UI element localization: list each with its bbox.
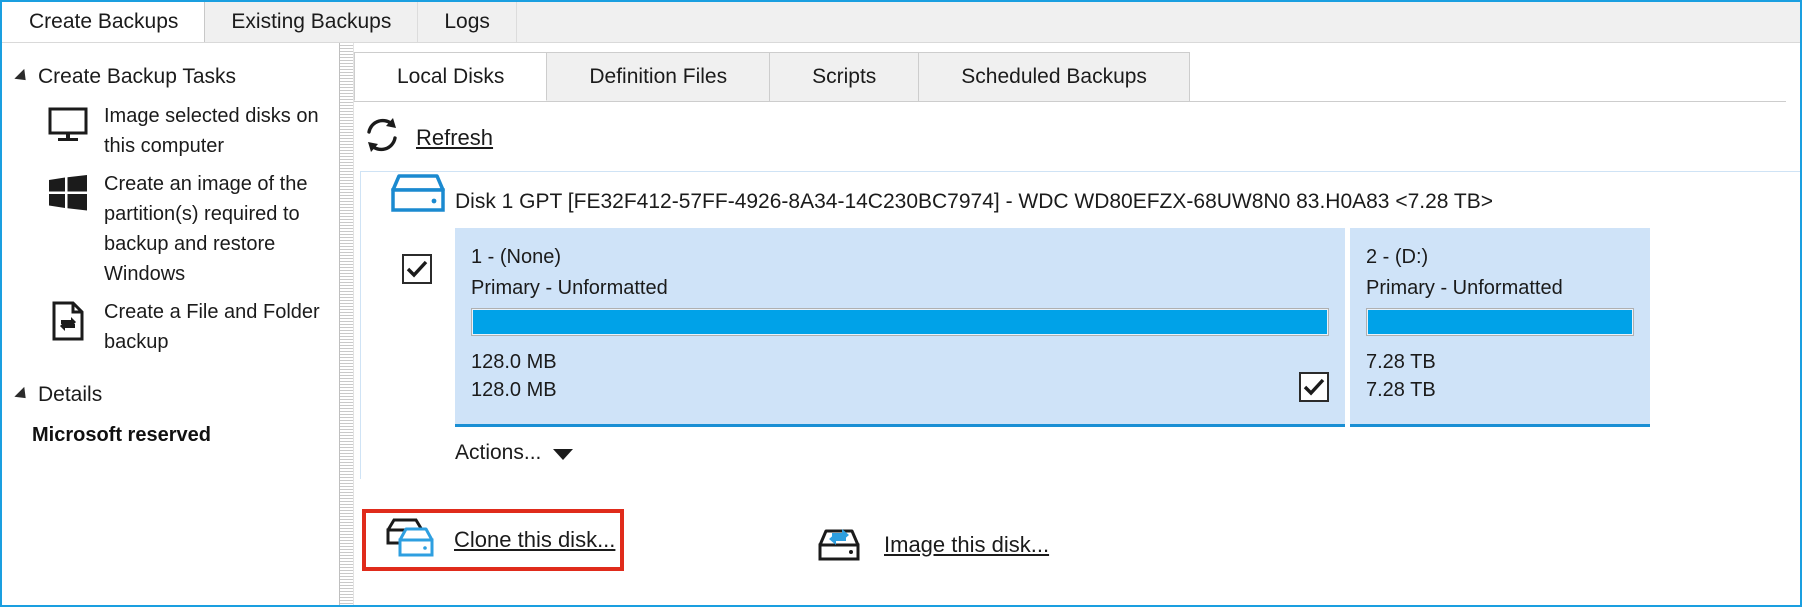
tab-logs-label: Logs	[444, 9, 490, 33]
disk-title: Disk 1 GPT [FE32F412-57FF-4926-8A34-14C2…	[455, 190, 1494, 213]
application-window: Create Backups Existing Backups Logs Cre…	[0, 0, 1802, 607]
check-icon	[406, 260, 428, 278]
partitions-strip: 1 - (None) Primary - Unformatted 128.0 M…	[455, 228, 1800, 427]
tab-scheduled-backups[interactable]: Scheduled Backups	[918, 52, 1190, 101]
partition-2-usage-fill	[1368, 310, 1632, 334]
clone-disk-icon	[382, 516, 436, 565]
image-this-disk-button[interactable]: Image this disk...	[810, 519, 1049, 570]
refresh-icon	[362, 115, 402, 160]
partition-2-usage-bar	[1366, 308, 1634, 336]
partition-1-checkbox[interactable]	[1299, 372, 1329, 402]
partition-1[interactable]: 1 - (None) Primary - Unformatted 128.0 M…	[455, 228, 1345, 427]
windows-logo-icon	[46, 171, 90, 215]
partition-2[interactable]: 2 - (D:) Primary - Unformatted 7.28 TB 7…	[1350, 228, 1650, 427]
expander-triangle-icon[interactable]	[14, 68, 31, 86]
disk-select-checkbox[interactable]	[402, 254, 432, 284]
disk-card: Disk 1 GPT [FE32F412-57FF-4926-8A34-14C2…	[360, 171, 1800, 479]
tab-definition-files-label: Definition Files	[589, 65, 728, 88]
tab-definition-files[interactable]: Definition Files	[546, 52, 771, 101]
tab-local-disks[interactable]: Local Disks	[354, 52, 548, 101]
sidebar-section-title: Create Backup Tasks	[38, 65, 237, 88]
partition-1-type: Primary - Unformatted	[471, 277, 668, 299]
partition-2-size-used: 7.28 TB	[1366, 351, 1436, 373]
actions-dropdown[interactable]: Actions...	[361, 427, 1800, 479]
image-disk-icon	[810, 519, 866, 570]
refresh-label: Refresh	[416, 124, 494, 150]
tab-scripts[interactable]: Scripts	[769, 52, 920, 101]
tab-existing-backups-label: Existing Backups	[231, 9, 392, 33]
refresh-button[interactable]: Refresh	[362, 115, 493, 160]
clone-this-disk-label: Clone this disk...	[454, 527, 616, 552]
sidebar-item-file-folder-backup-label: Create a File and Folder backup	[104, 301, 320, 353]
partition-1-sizes: 128.0 MB 128.0 MB	[471, 348, 1329, 404]
sidebar-item-create-windows-image-label: Create an image of the partition(s) requ…	[104, 173, 308, 285]
partition-1-size-total: 128.0 MB	[471, 379, 557, 401]
pane-scrollbar[interactable]	[340, 43, 354, 605]
sidebar-item-image-selected-disks-label: Image selected disks on this computer	[104, 105, 319, 157]
partition-1-usage-bar	[471, 308, 1329, 336]
tab-local-disks-label: Local Disks	[397, 64, 505, 88]
monitor-icon	[46, 103, 90, 147]
disk-icon	[387, 172, 449, 223]
partition-2-type: Primary - Unformatted	[1366, 277, 1563, 299]
check-icon	[1303, 378, 1325, 396]
checkbox-box[interactable]	[1299, 372, 1329, 402]
partition-2-sizes: 7.28 TB 7.28 TB	[1366, 348, 1634, 404]
sidebar-details-title: Details	[38, 383, 103, 406]
partition-2-index: 2 - (D:)	[1366, 246, 1429, 268]
sidebar-details-text: Microsoft reserved	[32, 424, 211, 446]
image-this-disk-label: Image this disk...	[884, 531, 1050, 557]
sidebar-item-image-selected-disks[interactable]: Image selected disks on this computer	[2, 97, 339, 165]
top-tab-strip: Create Backups Existing Backups Logs	[2, 2, 1800, 43]
partition-1-index: 1 - (None)	[471, 246, 562, 268]
file-sync-icon	[46, 299, 90, 343]
sidebar-details-body: Microsoft reserved	[2, 415, 339, 450]
main-tab-strip: Local Disks Definition Files Scripts Sch…	[354, 52, 1786, 102]
disk-row: 1 - (None) Primary - Unformatted 128.0 M…	[361, 174, 1800, 427]
sidebar-section-create-backup-tasks[interactable]: Create Backup Tasks	[2, 57, 339, 97]
sidebar-item-create-windows-image[interactable]: Create an image of the partition(s) requ…	[2, 165, 339, 293]
window-body: Create Backup Tasks Image selected disks…	[2, 43, 1800, 605]
bottom-action-bar: Clone this disk... Image this disk...	[360, 501, 1800, 605]
sidebar-section-details[interactable]: Details	[2, 375, 339, 415]
main-content-pane: Local Disks Definition Files Scripts Sch…	[340, 43, 1800, 605]
tab-scripts-label: Scripts	[812, 65, 877, 88]
checkbox-box[interactable]	[402, 254, 432, 284]
chevron-down-icon[interactable]	[553, 449, 574, 460]
sidebar-item-file-folder-backup[interactable]: Create a File and Folder backup	[2, 293, 339, 361]
disk-left-column	[379, 174, 455, 284]
tab-existing-backups[interactable]: Existing Backups	[205, 2, 419, 42]
clone-this-disk-button[interactable]: Clone this disk...	[362, 509, 624, 571]
tab-create-backups-label: Create Backups	[29, 9, 179, 33]
partition-1-usage-fill	[473, 310, 1327, 334]
expander-triangle-icon[interactable]	[14, 386, 31, 404]
tab-logs[interactable]: Logs	[418, 2, 517, 42]
actions-label: Actions...	[455, 441, 542, 464]
sidebar: Create Backup Tasks Image selected disks…	[2, 43, 340, 605]
partition-1-size-used: 128.0 MB	[471, 351, 557, 373]
disk-header: Disk 1 GPT [FE32F412-57FF-4926-8A34-14C2…	[361, 172, 1800, 228]
tab-scheduled-backups-label: Scheduled Backups	[961, 65, 1147, 88]
tab-create-backups[interactable]: Create Backups	[2, 2, 206, 42]
partition-2-size-total: 7.28 TB	[1366, 379, 1436, 401]
